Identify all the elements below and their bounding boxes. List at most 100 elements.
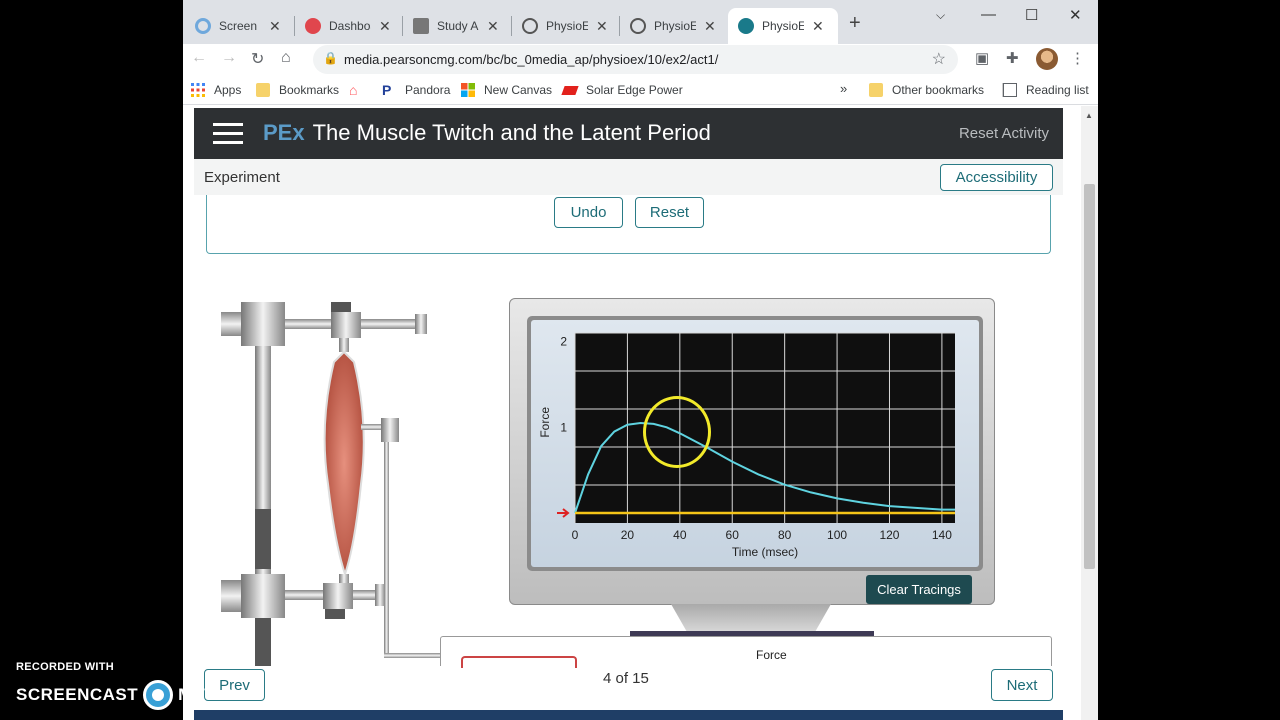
bookmark-label: Pandora: [405, 83, 451, 97]
y-tick-label: 1: [560, 420, 567, 434]
x-tick-label: 80: [778, 528, 792, 542]
reading-list-label: Reading list: [1026, 83, 1089, 97]
oscilloscope-monitor: 0 20 40 60 80 100 120 140 1 2 Time (msec) Force: [509, 298, 995, 605]
extension-icon[interactable]: ▣: [975, 49, 989, 67]
forward-arrow-icon[interactable]: →: [221, 49, 237, 67]
close-icon[interactable]: ✕: [704, 18, 716, 35]
app-header: PEx The Muscle Twitch and the Latent Peri…: [194, 108, 1063, 159]
bookmark-apps[interactable]: Apps: [191, 83, 241, 97]
close-icon[interactable]: ✕: [812, 18, 824, 35]
bookmark-star-icon[interactable]: ☆: [932, 49, 946, 69]
scroll-thumb[interactable]: [1084, 184, 1095, 569]
overflow-chevron-icon: »: [840, 81, 848, 96]
y-tick-label: 2: [560, 335, 567, 349]
stimulus-marker: [557, 508, 570, 518]
bookmark-other[interactable]: Other bookmarks: [869, 83, 984, 97]
close-icon[interactable]: ✕: [379, 18, 391, 35]
force-panel-label: Force: [756, 648, 787, 662]
window-close-icon[interactable]: ✕: [1069, 6, 1082, 24]
pandora-icon: P: [382, 82, 392, 98]
footer-bar: [194, 710, 1063, 720]
tab-dashboard[interactable]: Dashboa ✕: [295, 8, 391, 44]
x-tick-label: 120: [879, 528, 899, 542]
puzzle-icon[interactable]: ✚: [1006, 49, 1019, 67]
accessibility-button[interactable]: Accessibility: [940, 164, 1053, 191]
page-scrollbar[interactable]: ▲: [1081, 106, 1098, 720]
url-text[interactable]: media.pearsoncmg.com/bc/bc_0media_ap/phy…: [344, 52, 718, 67]
menu-dots-icon[interactable]: ⋮: [1070, 49, 1085, 67]
bookmark-airbnb[interactable]: ⌂: [349, 83, 372, 97]
pearson-icon: [738, 18, 754, 34]
bookmark-folder[interactable]: Bookmarks: [256, 83, 339, 97]
clear-tracings-button[interactable]: Clear Tracings: [866, 575, 972, 604]
bookmark-new-canvas[interactable]: New Canvas: [461, 83, 552, 97]
bookmark-label: Apps: [214, 83, 242, 97]
close-icon[interactable]: ✕: [269, 18, 281, 35]
bookmark-label: New Canvas: [484, 83, 553, 97]
bookmarks-bar: Apps Bookmarks ⌂ P Pandora New Canvas So…: [183, 75, 1098, 105]
avatar[interactable]: [1036, 48, 1058, 70]
back-arrow-icon[interactable]: ←: [191, 49, 207, 67]
tab-title: Dashboa: [329, 19, 371, 33]
undo-button[interactable]: Undo: [554, 197, 623, 228]
x-tick-label: 20: [621, 528, 635, 542]
close-icon[interactable]: ✕: [596, 18, 608, 35]
windows-logo-icon: [461, 83, 475, 97]
monitor-stand: [671, 604, 831, 632]
bookmark-solar-edge[interactable]: Solar Edge Power: [561, 83, 683, 97]
cursor-highlight-ring: [643, 396, 711, 468]
x-tick-label: 60: [726, 528, 740, 542]
maximize-icon[interactable]: ☐: [1025, 6, 1038, 24]
bookmark-pandora[interactable]: P Pandora: [382, 83, 450, 97]
screen-bezel: 0 20 40 60 80 100 120 140 1 2 Time (msec) Force: [527, 316, 983, 571]
experiment-bar: Experiment Accessibility: [194, 159, 1063, 195]
tab-strip: Screen R ✕ Dashboa ✕ Study Ar ✕ PhysioEx…: [183, 0, 1098, 44]
tab-title: Screen R: [219, 19, 261, 33]
x-tick-label: 140: [932, 528, 952, 542]
x-tick-label: 0: [572, 528, 579, 542]
screencast-watermark: SCREENCAST MATIC: [16, 680, 233, 710]
scroll-up-icon[interactable]: ▲: [1085, 111, 1093, 120]
bookmark-label: Solar Edge Power: [586, 83, 683, 97]
tab-search-chevron-icon[interactable]: ⌵: [936, 8, 945, 23]
x-tick-label: 100: [827, 528, 847, 542]
tab-physioex-active[interactable]: PhysioEx ✕: [728, 8, 838, 44]
reset-activity-button[interactable]: Reset Activity: [959, 125, 1049, 142]
close-icon[interactable]: ✕: [487, 18, 499, 35]
muscle-apparatus: [221, 302, 443, 666]
reset-button[interactable]: Reset: [635, 197, 704, 228]
bookmark-label: Other bookmarks: [892, 83, 985, 97]
reload-icon[interactable]: ↻: [251, 49, 264, 69]
screencast-icon: [195, 18, 211, 34]
canvas-icon: [305, 18, 321, 34]
watermark-brand-left: SCREENCAST: [16, 685, 139, 704]
lock-icon: 🔒: [323, 51, 338, 65]
study-icon: [413, 18, 429, 34]
tab-physioex-2[interactable]: PhysioEx ✕: [620, 8, 716, 44]
x-tick-label: 40: [673, 528, 687, 542]
page-title: PEx The Muscle Twitch and the Latent Peri…: [263, 120, 711, 146]
tab-title: PhysioEx: [546, 19, 588, 33]
reading-list[interactable]: Reading list: [1002, 83, 1089, 97]
folder-icon: [869, 83, 883, 97]
tab-title: PhysioEx: [654, 19, 696, 33]
globe-icon: [522, 18, 538, 34]
tab-physioex-1[interactable]: PhysioEx ✕: [512, 8, 608, 44]
hamburger-menu-icon[interactable]: [213, 123, 243, 145]
minimize-icon[interactable]: —: [981, 6, 996, 23]
data-tab[interactable]: [461, 656, 577, 668]
airbnb-icon: ⌂: [349, 82, 358, 98]
next-button[interactable]: Next: [991, 669, 1053, 701]
page-content: PEx The Muscle Twitch and the Latent Peri…: [183, 106, 1098, 720]
tab-study[interactable]: Study Ar ✕: [403, 8, 499, 44]
bookmarks-overflow[interactable]: »: [840, 81, 847, 96]
new-tab-plus-icon[interactable]: +: [849, 12, 861, 35]
home-icon[interactable]: ⌂: [281, 49, 291, 67]
globe-icon: [630, 18, 646, 34]
brand-logo: PEx: [263, 120, 305, 145]
y-axis-label: Force: [538, 407, 552, 438]
address-bar[interactable]: 🔒 media.pearsoncmg.com/bc/bc_0media_ap/p…: [313, 45, 958, 74]
tab-screencast[interactable]: Screen R ✕: [185, 8, 281, 44]
reading-list-icon: [1003, 83, 1017, 97]
force-panel: Force: [440, 636, 1052, 668]
